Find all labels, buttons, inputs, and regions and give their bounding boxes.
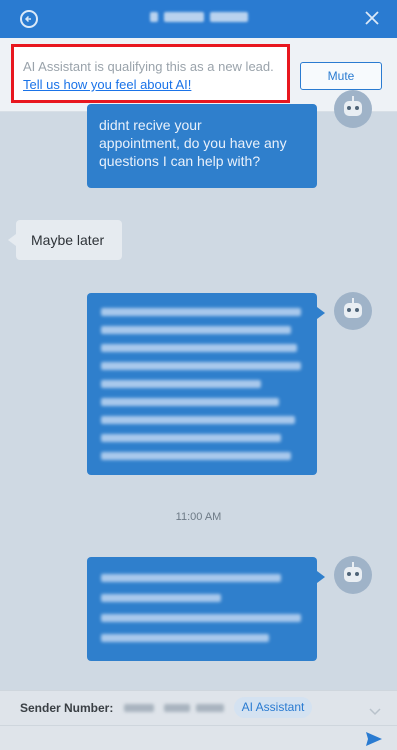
- send-icon[interactable]: [365, 731, 383, 750]
- message-text: didnt recive your appointment, do you ha…: [99, 117, 287, 169]
- message-bubble-outgoing: [87, 557, 325, 661]
- bot-avatar: [334, 556, 372, 594]
- composer-footer: Sender Number: AI Assistant: [0, 690, 397, 750]
- chat-header: [0, 0, 397, 38]
- message-bubble-incoming: Maybe later: [8, 220, 122, 260]
- message-text: Maybe later: [31, 232, 105, 248]
- bot-avatar: [334, 292, 372, 330]
- ai-notice-text: AI Assistant is qualifying this as a new…: [23, 59, 274, 74]
- mute-button[interactable]: Mute: [300, 62, 382, 90]
- contact-name-redacted: [150, 10, 250, 24]
- sender-number-redacted: [124, 702, 226, 714]
- message-bubble-outgoing: didnt recive your appointment, do you ha…: [87, 104, 317, 188]
- sender-number-label: Sender Number:: [20, 701, 114, 715]
- feedback-link[interactable]: Tell us how you feel about AI!: [23, 77, 191, 92]
- back-arrow-icon[interactable]: [20, 10, 38, 28]
- ai-assistant-chip[interactable]: AI Assistant: [234, 697, 312, 718]
- chevron-down-icon[interactable]: [369, 703, 381, 721]
- footer-divider: [0, 725, 397, 726]
- ai-notice-highlight: AI Assistant is qualifying this as a new…: [11, 44, 290, 103]
- message-bubble-outgoing: [87, 293, 325, 475]
- chat-thread: didnt recive your appointment, do you ha…: [0, 90, 397, 690]
- close-icon[interactable]: [363, 9, 381, 27]
- bot-avatar: [334, 90, 372, 128]
- message-timestamp: 11:00 AM: [175, 511, 222, 523]
